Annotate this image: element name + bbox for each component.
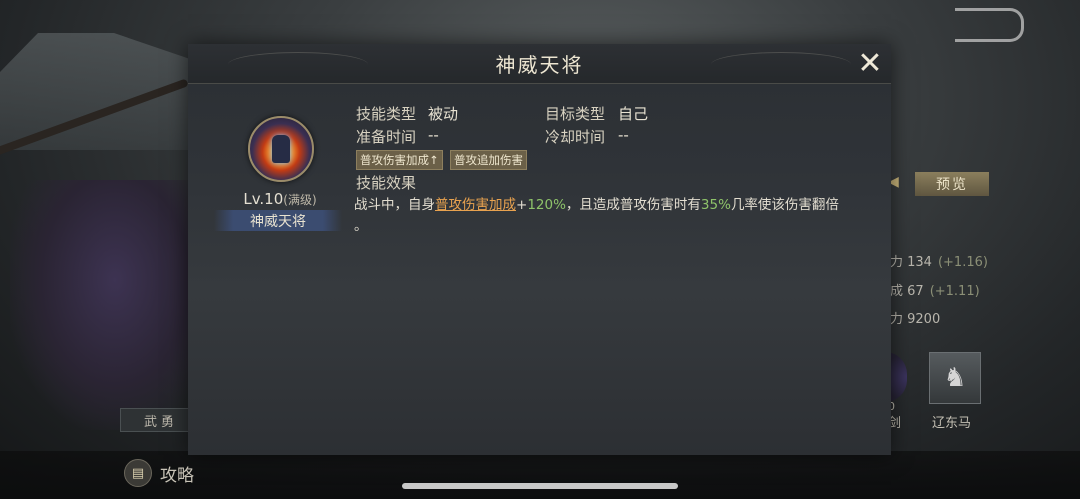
tag-normal-attack-extra: 普攻追加伤害 (450, 150, 527, 170)
cooldown-value: -- (618, 126, 629, 144)
stat-strength: 力 134 (+1.16) (890, 251, 988, 270)
target-label: 目标类型 (545, 105, 606, 123)
stat-delta: (+1.16) (937, 255, 988, 270)
preview-button[interactable]: 预览 (915, 172, 989, 196)
dialog-title: 神威天将 (495, 53, 584, 77)
guide-button[interactable]: ▤ 攻略 (124, 459, 194, 487)
desc-text: 几率使该伤害翻倍 (730, 197, 839, 213)
back-arrow-icon[interactable] (955, 8, 1024, 42)
desc-link-normal-attack-bonus[interactable]: 普攻伤害加成 (435, 197, 516, 213)
type-value: 被动 (428, 105, 459, 123)
skill-level: Lv.10(满级) (218, 190, 342, 208)
close-icon[interactable]: ✕ (856, 49, 884, 79)
effect-label: 技能效果 (356, 174, 417, 192)
desc-text: + (516, 197, 528, 213)
home-indicator[interactable] (402, 483, 678, 489)
stat-hp: 力 9200 (890, 308, 940, 327)
horse-label: 辽东马 (932, 416, 972, 431)
desc-text: 。 (354, 218, 368, 234)
arrow-left-icon: ◀ (888, 174, 899, 190)
stat-delta: (+1.11) (929, 284, 980, 299)
stat-value: 力 9200 (890, 312, 941, 327)
skill-general-icon (248, 116, 314, 182)
skill-description: 战斗中，自身普攻伤害加成+120%，且造成普攻伤害时有35%几率使该伤害翻倍。 (354, 195, 854, 237)
type-label: 技能类型 (356, 105, 417, 123)
skill-name-tag: 神威天将 (214, 210, 342, 231)
stat-value: 力 134 (890, 255, 932, 270)
cooldown-label: 冷却时间 (545, 128, 606, 146)
target-value: 自己 (618, 105, 649, 123)
book-icon: ▤ (124, 459, 152, 487)
desc-text: ，且造成普攻伤害时有 (565, 197, 701, 213)
level-value: Lv.10 (243, 190, 284, 208)
stat-defense: 成 67 (+1.11) (890, 280, 980, 299)
skill-icon-figure (272, 135, 290, 163)
prep-label: 准备时间 (356, 128, 417, 146)
level-note: (满级) (283, 193, 317, 207)
desc-value-chance: 35% (700, 197, 731, 213)
desc-text: 战斗中，自身 (354, 197, 435, 213)
prep-value: -- (428, 126, 439, 144)
horse-icon[interactable]: ♞ (929, 352, 981, 404)
tag-normal-attack-bonus: 普攻伤害加成↑ (356, 150, 443, 170)
dialog-header: 神威天将 ✕ (188, 44, 891, 84)
guide-label: 攻略 (160, 465, 194, 486)
stat-value: 成 67 (890, 284, 924, 299)
desc-value-bonus: 120% (527, 197, 566, 213)
skill-dialog: 神威天将 ✕ Lv.10(满级) 神威天将 技能类型 被动 目标类型 自己 准备… (188, 44, 891, 455)
